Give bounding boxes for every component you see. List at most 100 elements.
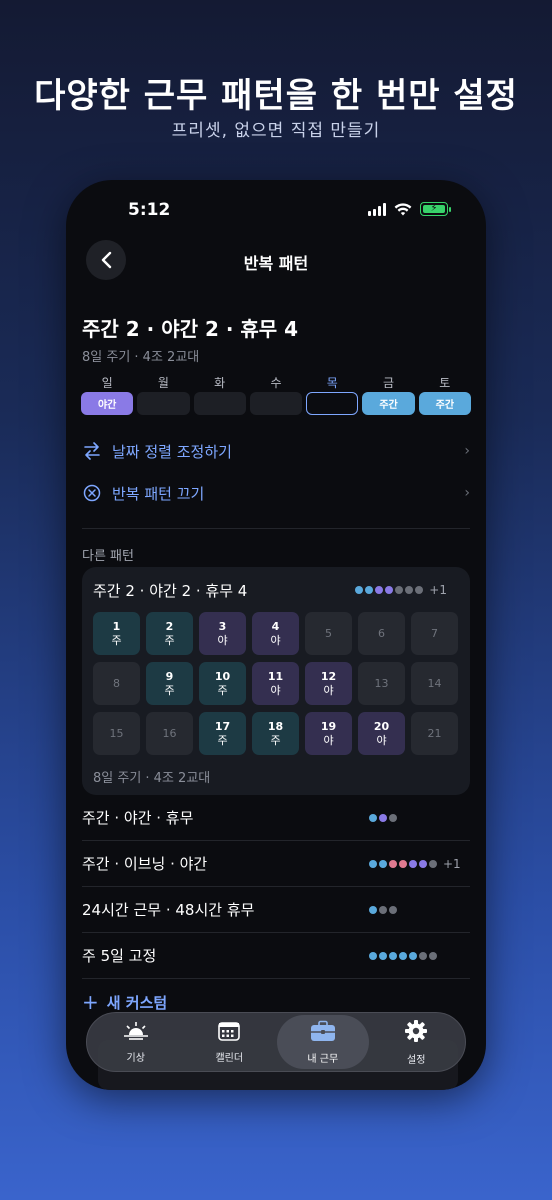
day-number: 17: [214, 719, 231, 733]
gear-icon: [404, 1019, 428, 1047]
pattern-day-cell: 4야: [252, 612, 299, 655]
shift-dot: [405, 586, 414, 594]
tab-label: 설정: [407, 1054, 426, 1066]
pattern-list-item[interactable]: 24시간 근무 · 48시간 휴무: [82, 887, 470, 933]
pattern-day-cell: 20 야: [358, 712, 405, 755]
shift-dot: [365, 586, 374, 594]
weekday-label: 수: [270, 376, 282, 390]
shift-dot: [389, 951, 397, 960]
pattern-day-cell: 10 주: [199, 662, 246, 705]
shift-dot: [369, 813, 377, 822]
pattern-dots: [369, 813, 397, 822]
weekday-shift-badge[interactable]: 주간: [418, 392, 471, 415]
new-custom-label: 새 커스텀: [106, 993, 168, 1012]
tab-settings[interactable]: 설정: [370, 1015, 462, 1069]
wifi-icon: [394, 202, 412, 215]
shift-dot: [399, 951, 407, 960]
status-time: 5:12: [128, 200, 171, 220]
shift-dot: [369, 859, 377, 868]
pattern-day-cell: 16: [146, 712, 193, 755]
day-number: 6: [378, 626, 385, 640]
swap-arrows-icon: [84, 442, 100, 460]
day-number: 18: [267, 719, 284, 733]
promo-headline: 다양한 근무 패턴을 한 번만 설정: [34, 76, 518, 116]
pattern-day-cell: 2주: [146, 612, 193, 655]
weekday-shift-badge[interactable]: [193, 392, 246, 415]
shift-dot: [389, 859, 397, 868]
pattern-list: 주간 · 야간 · 휴무 주간 · 이브닝 · 야간 +1 24시간 근무 · 48시…: [82, 795, 470, 979]
weekday-column: 일 야간: [81, 374, 134, 415]
pattern-list-item[interactable]: 주간 · 이브닝 · 야간 +1: [82, 841, 470, 887]
pattern-day-cell: 9주: [146, 662, 193, 705]
pattern-day-cell: 14: [411, 662, 458, 705]
day-number: 15: [109, 726, 124, 740]
weekday-shift-badge[interactable]: 주간: [362, 392, 415, 415]
day-shift: 야: [270, 683, 281, 697]
pattern-day-cell: 13: [358, 662, 405, 705]
phone-screen: 5:12 ⚡ 반복 패턴 주간 2 · 야간 2 · 휴무 4 8일 주기 · …: [66, 180, 486, 1090]
plus-icon: +: [82, 990, 99, 1014]
weekday-shift-badge[interactable]: [249, 392, 303, 415]
pattern-day-cell: 7: [411, 612, 458, 655]
close-circle-icon: [83, 484, 101, 502]
disable-pattern-label: 반복 패턴 끄기: [112, 484, 205, 503]
weekday-label: 금: [383, 376, 395, 390]
featured-pattern-footer: 8일 주기 · 4조 2교대: [93, 771, 211, 786]
pattern-day-cell: 8: [93, 662, 140, 705]
weekday-shift-badge[interactable]: [137, 392, 190, 415]
shift-dot: [369, 951, 377, 960]
tab-label: 기상: [126, 1052, 145, 1064]
disable-pattern-action[interactable]: 반복 패턴 끄기 ›: [82, 481, 470, 505]
day-number: 3: [218, 619, 227, 633]
pattern-list-item[interactable]: 주간 · 야간 · 휴무: [82, 795, 470, 841]
featured-pattern-card[interactable]: 주간 2 · 야간 2 · 휴무 4 +1 1 주 2 주 3 야 4 야 5 6 7 8 9 주 10 주 1…: [82, 567, 470, 795]
current-pattern-subtitle: 8일 주기 · 4조 2교대: [82, 350, 200, 365]
pattern-day-cell: 6: [358, 612, 405, 655]
shift-dot: [389, 905, 397, 914]
featured-pattern-dots: +1: [355, 583, 447, 597]
shift-dot: [409, 859, 417, 868]
weekday-label: 월: [157, 376, 169, 390]
shift-dot: [429, 951, 437, 960]
weekday-column: 목: [306, 374, 359, 415]
tab-bar: 기상 캘린더 내 근무 설정: [86, 1012, 466, 1072]
day-number: 21: [427, 726, 442, 740]
tab-my-shifts[interactable]: 내 근무: [276, 1015, 369, 1069]
shift-dot: [375, 586, 384, 594]
day-shift: 주: [164, 683, 175, 697]
day-number: 2: [165, 619, 174, 633]
align-dates-action[interactable]: 날짜 정렬 조정하기 ›: [82, 439, 470, 463]
pattern-list-item[interactable]: 주 5일 고정: [82, 933, 470, 979]
day-shift: 야: [323, 733, 334, 747]
pattern-day-cell: 19 야: [305, 712, 352, 755]
shift-dot: [395, 586, 404, 594]
chevron-right-icon: ›: [464, 443, 470, 459]
weekday-label: 화: [214, 376, 226, 390]
pattern-day-cell: 11 야: [252, 662, 299, 705]
weekday-shift-badge[interactable]: 야간: [81, 392, 134, 415]
pattern-day-cell: 3야: [199, 612, 246, 655]
pattern-calendar-grid: 1 주 2 주 3 야 4 야 5 6 7 8 9 주 10 주 11 야 12 야 13 14 15 16 17 주 18 주 19 야…: [93, 612, 458, 755]
shift-dot: [369, 905, 377, 914]
day-number: 20: [373, 719, 390, 733]
pattern-day-cell: 15: [93, 712, 140, 755]
battery-charging-icon: ⚡: [420, 202, 451, 216]
featured-pattern-title: 주간 2 · 야간 2 · 휴무 4: [93, 582, 248, 600]
day-number: 9: [165, 669, 174, 683]
new-custom-button[interactable]: + 새 커스텀: [82, 990, 167, 1014]
shift-dot: [389, 813, 397, 822]
day-shift: 야: [217, 633, 228, 647]
more-count: +1: [429, 583, 447, 597]
day-shift: 주: [164, 633, 175, 647]
more-count: +1: [443, 856, 461, 871]
shift-dot: [355, 586, 364, 594]
shift-dot: [399, 859, 407, 868]
pattern-day-cell: 1주: [93, 612, 140, 655]
current-pattern-title: 주간 2 · 야간 2 · 휴무 4: [82, 317, 299, 341]
weekday-column: 금주간: [362, 374, 415, 415]
weekday-shift-badge[interactable]: [306, 392, 359, 415]
sunrise-icon: [123, 1021, 149, 1045]
tab-weather[interactable]: 기상: [90, 1015, 182, 1069]
shift-dot: [379, 859, 387, 868]
tab-calendar[interactable]: 캘린더: [183, 1015, 275, 1069]
